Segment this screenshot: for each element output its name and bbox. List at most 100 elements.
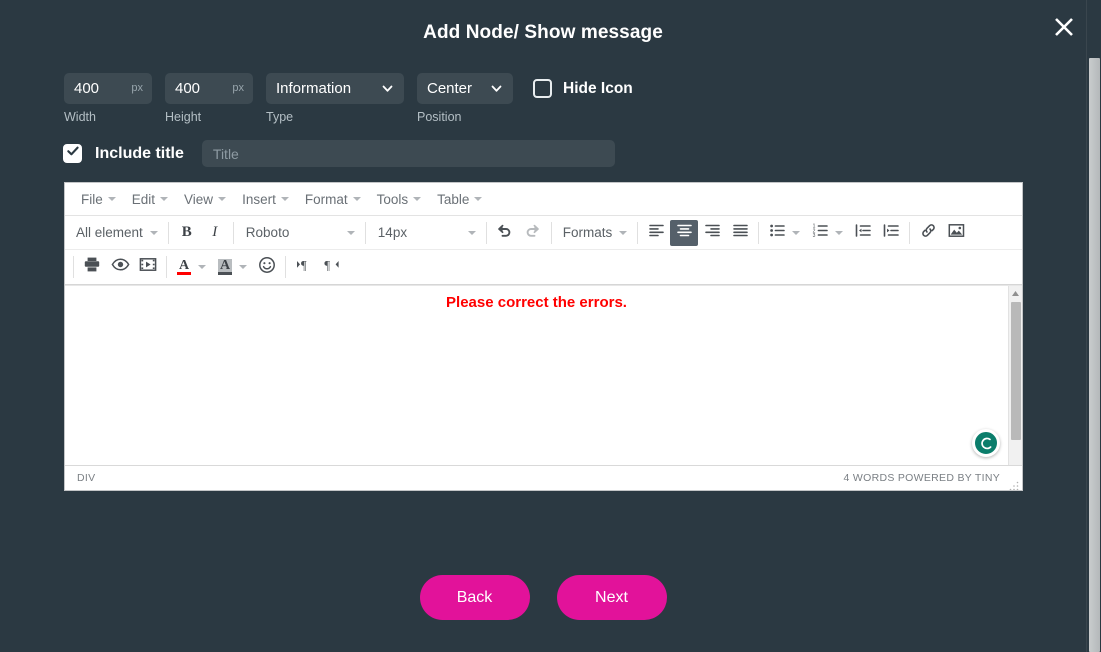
title-input[interactable] bbox=[201, 140, 615, 167]
menu-insert[interactable]: Insert bbox=[235, 189, 296, 210]
align-left-icon bbox=[648, 223, 665, 243]
position-select[interactable]: Center bbox=[417, 73, 513, 104]
align-right-button[interactable] bbox=[698, 220, 726, 246]
next-button[interactable]: Next bbox=[556, 575, 667, 620]
page-title: Add Node/ Show message bbox=[423, 22, 663, 43]
width-input[interactable] bbox=[64, 73, 152, 104]
width-label: Width bbox=[64, 110, 96, 124]
indent-button[interactable] bbox=[877, 220, 905, 246]
menu-tools[interactable]: Tools bbox=[370, 189, 429, 210]
type-select-value: Information bbox=[276, 80, 352, 97]
toolbar-divider bbox=[485, 221, 487, 244]
menu-view-label: View bbox=[184, 191, 214, 207]
redo-button[interactable] bbox=[519, 220, 547, 246]
toolbar-divider bbox=[758, 221, 760, 244]
editor-scrollbar-thumb[interactable] bbox=[1011, 302, 1021, 440]
editor-content[interactable]: Please correct the errors. bbox=[65, 286, 1008, 465]
background-color-button[interactable]: A bbox=[212, 254, 238, 280]
close-button[interactable] bbox=[1047, 10, 1081, 44]
element-select[interactable]: All element bbox=[69, 220, 164, 246]
undo-button[interactable] bbox=[491, 220, 519, 246]
resize-handle[interactable] bbox=[1009, 478, 1019, 490]
media-film-icon bbox=[139, 257, 157, 277]
scroll-up-button[interactable] bbox=[1009, 286, 1022, 301]
toolbar-divider bbox=[232, 221, 234, 244]
insert-image-button[interactable] bbox=[942, 220, 970, 246]
font-size-select[interactable]: 14px bbox=[370, 220, 482, 246]
chevron-down-icon bbox=[381, 82, 394, 95]
align-justify-button[interactable] bbox=[726, 220, 754, 246]
close-icon bbox=[1053, 16, 1075, 38]
hide-icon-checkbox[interactable] bbox=[533, 79, 552, 98]
bullet-list-button[interactable] bbox=[763, 220, 791, 246]
outdent-button[interactable] bbox=[849, 220, 877, 246]
height-input[interactable] bbox=[165, 73, 253, 104]
hide-icon-group: Hide Icon bbox=[533, 73, 633, 104]
page-scrollbar[interactable] bbox=[1086, 0, 1101, 652]
chevron-down-icon bbox=[467, 230, 476, 235]
position-select-value: Center bbox=[427, 80, 473, 97]
text-color-button[interactable]: A bbox=[171, 254, 197, 280]
footer-actions: Back Next bbox=[0, 575, 1086, 620]
redo-icon bbox=[524, 222, 541, 244]
menu-edit[interactable]: Edit bbox=[125, 189, 175, 210]
chevron-down-icon bbox=[160, 197, 169, 201]
print-button[interactable] bbox=[78, 254, 106, 280]
font-family-select[interactable]: Roboto bbox=[238, 220, 361, 246]
height-field-group: px Height bbox=[165, 73, 253, 124]
type-select[interactable]: Information bbox=[266, 73, 404, 104]
editor-content-area[interactable]: Please correct the errors. bbox=[65, 285, 1022, 465]
editor-menubar: File Edit View Insert Format Tools Table bbox=[65, 183, 1022, 216]
dimension-controls: px Width px Height Information Type Cent… bbox=[64, 73, 633, 124]
include-title-checkbox[interactable] bbox=[63, 144, 82, 163]
page-scrollbar-thumb[interactable] bbox=[1089, 58, 1100, 652]
menu-table[interactable]: Table bbox=[430, 189, 489, 210]
numbered-list-options-chevron-down-icon[interactable] bbox=[835, 230, 844, 235]
print-icon bbox=[83, 256, 101, 278]
svg-text:¶: ¶ bbox=[324, 258, 330, 272]
menu-table-label: Table bbox=[437, 191, 470, 207]
font-size-value: 14px bbox=[377, 225, 408, 240]
insert-media-button[interactable] bbox=[134, 254, 162, 280]
menu-format-label: Format bbox=[304, 191, 348, 207]
image-icon bbox=[948, 223, 965, 243]
modal-dialog: Add Node/ Show message px Width px Heigh… bbox=[0, 0, 1101, 652]
ltr-button[interactable]: ¶ bbox=[290, 254, 318, 280]
formats-select[interactable]: Formats bbox=[556, 220, 634, 246]
undo-icon bbox=[496, 222, 513, 244]
emoticon-icon bbox=[258, 256, 276, 279]
text-color-options-chevron-down-icon[interactable] bbox=[198, 265, 206, 269]
rich-text-editor: File Edit View Insert Format Tools Table… bbox=[64, 182, 1023, 491]
element-path[interactable]: DIV bbox=[77, 472, 95, 484]
align-center-button[interactable] bbox=[670, 219, 699, 246]
menu-file[interactable]: File bbox=[74, 189, 123, 210]
toolbar-divider bbox=[73, 256, 74, 278]
type-label: Type bbox=[266, 110, 294, 124]
editor-statusbar: DIV 4 WORDS POWERED BY TINY bbox=[65, 465, 1022, 490]
chevron-down-icon bbox=[490, 82, 503, 95]
back-button[interactable]: Back bbox=[419, 575, 530, 620]
type-select-group: Information Type bbox=[266, 73, 404, 124]
link-button[interactable] bbox=[914, 220, 942, 246]
menu-format[interactable]: Format bbox=[298, 189, 368, 210]
menu-view[interactable]: View bbox=[177, 189, 233, 210]
align-center-icon bbox=[676, 223, 693, 243]
emoticon-button[interactable] bbox=[253, 254, 281, 280]
rtl-button[interactable]: ¶ bbox=[318, 254, 346, 280]
bullet-list-options-chevron-down-icon[interactable] bbox=[792, 230, 801, 235]
background-color-options-chevron-down-icon[interactable] bbox=[239, 265, 247, 269]
menu-insert-label: Insert bbox=[242, 191, 276, 207]
numbered-list-button[interactable]: 123 bbox=[806, 220, 834, 246]
include-title-row: Include title bbox=[63, 140, 615, 167]
background-color-swatch bbox=[218, 272, 232, 275]
align-left-button[interactable] bbox=[642, 220, 670, 246]
italic-button[interactable]: I bbox=[201, 220, 229, 246]
help-circle-icon[interactable] bbox=[972, 429, 1000, 457]
bold-button[interactable]: B bbox=[173, 220, 201, 246]
formats-value: Formats bbox=[562, 225, 613, 240]
height-label: Height bbox=[165, 110, 202, 124]
toolbar-divider bbox=[167, 221, 169, 244]
editor-scrollbar[interactable] bbox=[1008, 286, 1022, 465]
preview-button[interactable] bbox=[106, 254, 134, 280]
chevron-down-icon bbox=[413, 197, 422, 201]
